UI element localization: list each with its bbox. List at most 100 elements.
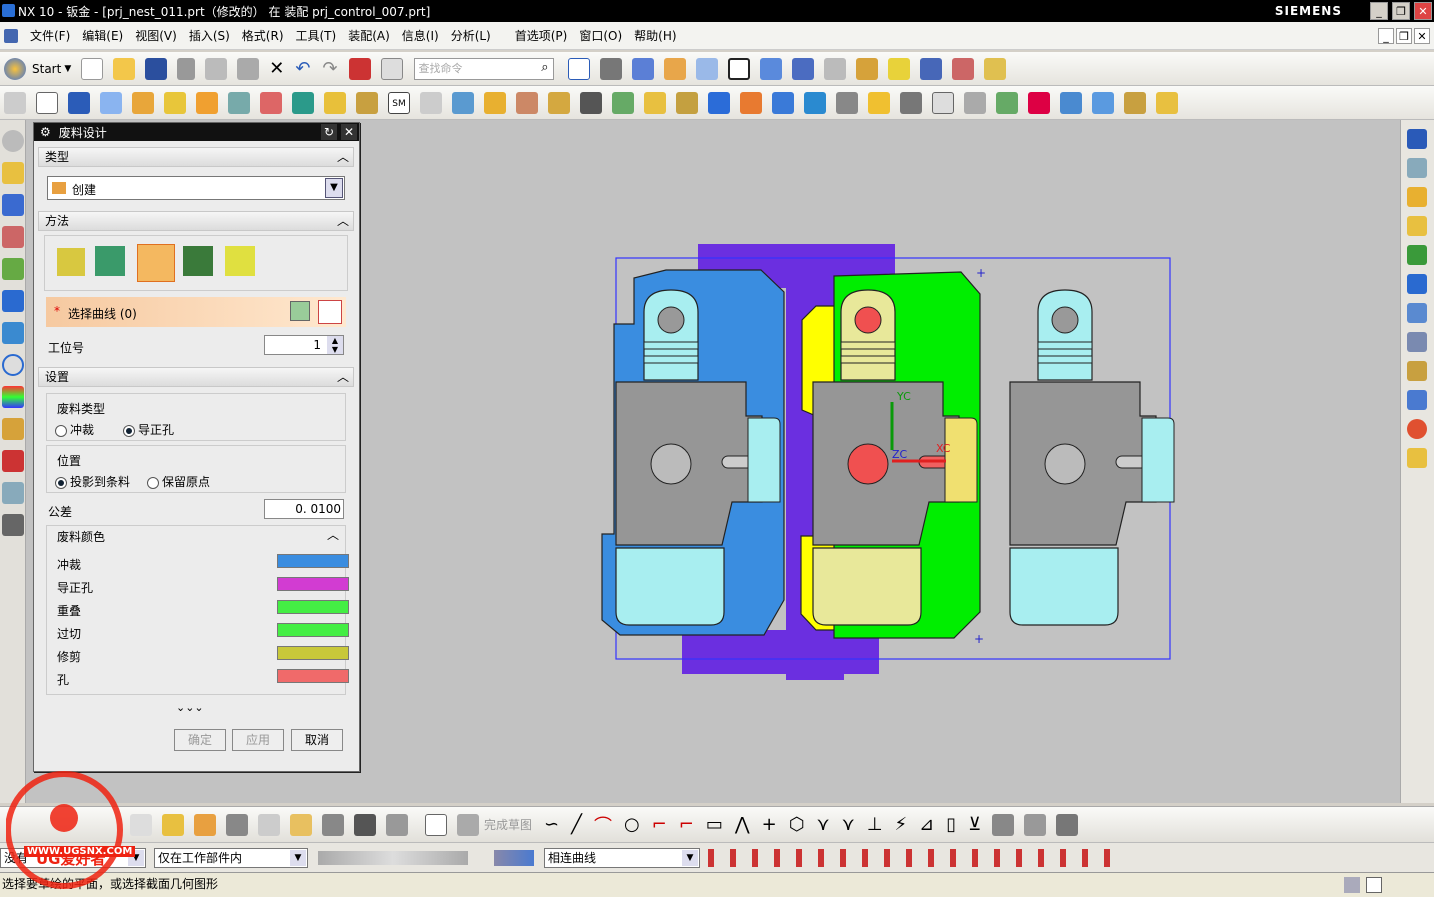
menu-insert[interactable]: 插入(S) — [189, 27, 230, 44]
selection-cube-icon[interactable] — [494, 850, 534, 866]
type-select[interactable]: 创建 ▼ — [47, 176, 345, 200]
position-keep-origin[interactable]: 保留原点 — [147, 473, 210, 490]
layer-settings-icon[interactable] — [663, 57, 686, 80]
corner-icon[interactable] — [292, 91, 314, 114]
punch-icon[interactable] — [644, 91, 666, 114]
color-overcut-swatch[interactable] — [277, 623, 349, 637]
sketch-task-icon[interactable] — [130, 813, 152, 836]
preferences-sheet-icon[interactable] — [420, 91, 442, 114]
lifter-icon[interactable] — [708, 91, 730, 114]
sketch-icon[interactable] — [4, 91, 26, 114]
station-spin-icon[interactable]: ▲ ▼ — [327, 336, 343, 354]
method-between-icon[interactable] — [183, 246, 213, 276]
command-finder-icon[interactable] — [380, 57, 403, 80]
save-icon[interactable] — [145, 57, 168, 80]
profile-icon[interactable]: ∽ — [544, 814, 559, 835]
sphere-icon[interactable] — [1407, 419, 1427, 439]
curve-rule-select[interactable]: 相连曲线 ▼ — [544, 848, 700, 868]
menu-format[interactable]: 格式(R) — [242, 27, 284, 44]
display-square-icon[interactable] — [727, 57, 750, 80]
measure-distance-icon[interactable] — [919, 57, 942, 80]
color-trim-swatch[interactable] — [277, 646, 349, 660]
alternate-solution-icon[interactable] — [1056, 813, 1079, 836]
stack-icon[interactable] — [1407, 245, 1427, 265]
orient-view-icon[interactable] — [631, 57, 654, 80]
select-curve-row[interactable]: * 选择曲线 (0) — [46, 297, 346, 327]
scrap-design-icon[interactable] — [548, 91, 570, 114]
die-design-icon[interactable] — [1092, 91, 1114, 114]
menu-file[interactable]: 文件(F) — [30, 27, 70, 44]
status-layout-icon[interactable] — [1366, 877, 1382, 893]
die-cavity-icon[interactable] — [804, 91, 826, 114]
auto-constraint-icon[interactable]: ⊻ — [968, 814, 981, 835]
collapse-caret-icon[interactable]: ︿ — [337, 148, 349, 166]
menu-edit[interactable]: 编辑(E) — [82, 27, 123, 44]
command-search-input[interactable]: 查找命令 ⌕ — [413, 57, 554, 80]
plate-icon[interactable] — [1407, 274, 1427, 294]
polygon-icon[interactable]: ⋀ — [735, 814, 750, 835]
wire-edm-icon[interactable] — [868, 91, 890, 114]
strip-icon[interactable] — [484, 91, 506, 114]
search-icon[interactable]: ⌕ — [541, 60, 548, 75]
method-pilot-icon[interactable] — [225, 246, 255, 276]
menu-preferences[interactable]: 首选项(P) — [515, 27, 568, 44]
settings-gear-icon[interactable] — [2, 130, 24, 152]
redo-icon[interactable]: ↷ — [322, 58, 337, 79]
assembly-constraint-icon[interactable] — [791, 57, 814, 80]
select-tools-icon[interactable] — [318, 851, 468, 865]
rebend-icon[interactable] — [260, 91, 282, 114]
method-carrier-icon[interactable] — [137, 244, 175, 282]
contour-flange-icon[interactable] — [132, 91, 154, 114]
close-button[interactable]: ✕ — [1414, 2, 1432, 20]
collapse-caret-icon[interactable]: ︿ — [327, 526, 339, 543]
palette-icon[interactable] — [2, 450, 24, 472]
cancel-button[interactable]: 取消 — [291, 729, 343, 751]
history-icon[interactable] — [2, 354, 24, 376]
offset-icon[interactable]: ⬡ — [789, 814, 805, 835]
snap-point-icon[interactable] — [855, 57, 878, 80]
form-punch-icon[interactable] — [1407, 390, 1427, 410]
insert-design-icon[interactable] — [1407, 303, 1427, 323]
method-section-header[interactable]: 方法 ︿ — [38, 211, 354, 231]
finish-sketch-label[interactable]: 完成草图 — [484, 816, 532, 833]
die-wizard-icon[interactable] — [1407, 129, 1427, 149]
sketch-pen-icon[interactable] — [322, 813, 344, 836]
tolerance-input[interactable]: 0. 0100 — [264, 499, 344, 519]
web-browser-icon[interactable] — [2, 322, 24, 344]
radio-icon[interactable] — [147, 476, 159, 489]
tools-icon[interactable] — [1124, 91, 1146, 114]
type-section-header[interactable]: 类型 ︿ — [38, 147, 354, 167]
sketch-group-icon[interactable] — [194, 813, 216, 836]
menu-tools[interactable]: 工具(T) — [296, 27, 337, 44]
select-icon[interactable] — [695, 57, 718, 80]
fillet-icon[interactable]: ⌐ — [652, 814, 667, 835]
strip-layout-icon[interactable] — [1407, 216, 1427, 236]
tab-icon[interactable] — [68, 91, 90, 114]
datum-plane-icon[interactable] — [36, 91, 58, 114]
repeat-command-icon[interactable] — [348, 57, 371, 80]
menu-analysis[interactable]: 分析(L) — [451, 27, 491, 44]
die-layout-icon[interactable] — [452, 91, 474, 114]
cut-icon[interactable] — [177, 57, 196, 80]
hd3d-tools-icon[interactable] — [2, 290, 24, 312]
dropdown-arrow-icon[interactable]: ▼ — [682, 850, 698, 866]
copy-icon[interactable] — [205, 57, 228, 80]
menu-view[interactable]: 视图(V) — [135, 27, 177, 44]
pin-icon[interactable] — [1407, 332, 1427, 352]
extend-icon[interactable]: ⋎ — [842, 814, 855, 835]
color-hole-swatch[interactable] — [277, 669, 349, 683]
color-blanking-swatch[interactable] — [277, 554, 349, 568]
eye-icon[interactable] — [996, 91, 1018, 114]
bend-icon[interactable] — [196, 91, 218, 114]
minimize-button[interactable]: _ — [1370, 2, 1388, 20]
blank-design-icon[interactable] — [1407, 158, 1427, 178]
part-navigator-icon[interactable] — [2, 226, 24, 248]
start-dropdown-icon[interactable]: ▼ — [64, 64, 71, 74]
settings-section-header[interactable]: 设置 ︿ — [38, 367, 354, 387]
sketch-point-icon[interactable] — [162, 813, 184, 836]
stamp-icon[interactable] — [1028, 91, 1050, 114]
delete-icon[interactable]: ✕ — [269, 58, 284, 79]
wave-geometry-icon[interactable] — [823, 57, 846, 80]
sheetmetal-mode-icon[interactable]: SM — [388, 91, 410, 114]
open-folder-icon[interactable] — [113, 57, 136, 80]
